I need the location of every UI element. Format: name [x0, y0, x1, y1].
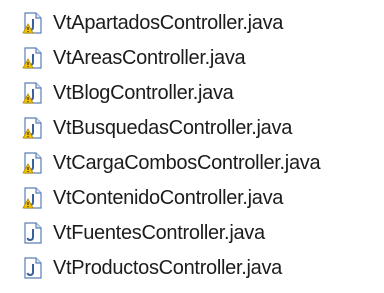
- file-item-vtblog[interactable]: VtBlogController.java: [22, 78, 234, 108]
- file-item-vtapartados[interactable]: VtApartadosController.java: [22, 8, 283, 38]
- file-item-vtareas[interactable]: VtAreasController.java: [22, 43, 246, 73]
- file-item-vtcargacombos[interactable]: VtCargaCombosController.java: [22, 148, 321, 178]
- file-name: VtCargaCombosController.java: [53, 152, 321, 174]
- file-name: VtContenidoController.java: [53, 187, 284, 209]
- file-name: VtBlogController.java: [53, 82, 234, 104]
- java-file-list: VtApartadosController.java VtAreasContro…: [0, 0, 384, 293]
- java-file-warning-icon: [22, 117, 44, 139]
- file-item-vtbusquedas[interactable]: VtBusquedasController.java: [22, 113, 292, 143]
- java-file-warning-icon: [22, 152, 44, 174]
- java-file-warning-icon: [22, 82, 44, 104]
- file-item-vtproductos[interactable]: VtProductosController.java: [22, 253, 282, 283]
- file-item-vtfuentes[interactable]: VtFuentesController.java: [22, 218, 265, 248]
- file-name: VtFuentesController.java: [53, 222, 265, 244]
- file-name: VtProductosController.java: [53, 257, 282, 279]
- java-file-icon: [22, 222, 44, 244]
- file-name: VtApartadosController.java: [53, 12, 284, 34]
- file-name: VtBusquedasController.java: [53, 117, 293, 139]
- java-file-warning-icon: [22, 187, 44, 209]
- java-file-warning-icon: [22, 12, 44, 34]
- file-item-vtcontenido[interactable]: VtContenidoController.java: [22, 183, 283, 213]
- file-name: VtAreasController.java: [53, 47, 246, 69]
- java-file-warning-icon: [22, 47, 44, 69]
- java-file-icon: [22, 257, 44, 279]
